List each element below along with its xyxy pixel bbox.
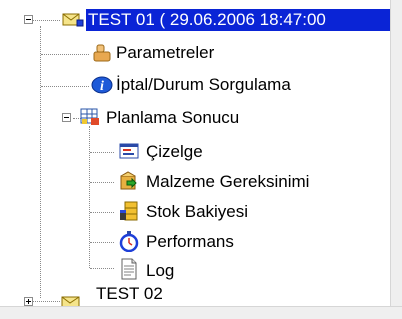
tree-view[interactable]: TEST 01 ( 29.06.2006 18:47:00 Parametrel… — [0, 0, 390, 306]
tree-node-label[interactable]: Parametreler — [114, 42, 216, 64]
tree-node-label[interactable]: Çizelge — [144, 141, 205, 163]
tree-node-label[interactable]: Performans — [144, 231, 236, 253]
svg-text:i: i — [100, 79, 104, 94]
tree-connector — [90, 242, 114, 243]
stock-stack-icon — [118, 200, 140, 222]
envelope-icon — [60, 291, 82, 306]
tree-connector — [90, 212, 114, 213]
collapse-toggle[interactable] — [62, 113, 71, 122]
collapse-toggle[interactable] — [24, 15, 33, 24]
stopwatch-icon — [118, 230, 140, 252]
tree-node-label[interactable]: Planlama Sonucu — [104, 107, 241, 129]
window-frame-right — [390, 0, 402, 318]
window-frame-bottom — [0, 306, 402, 319]
tree-node-label[interactable]: Stok Bakiyesi — [144, 201, 250, 223]
info-icon: i — [91, 74, 113, 96]
tree-connector — [41, 54, 89, 55]
tree-connector — [41, 86, 89, 87]
tree-node-label[interactable]: TEST 01 ( 29.06.2006 18:47:00 — [86, 9, 390, 31]
tree-node-label[interactable]: İptal/Durum Sorgulama — [114, 74, 293, 96]
planning-grid-icon — [79, 106, 101, 128]
tree-node-label[interactable]: Log — [144, 260, 176, 282]
tree-connector — [90, 268, 114, 269]
tree-connector — [40, 26, 41, 298]
log-document-icon — [118, 258, 140, 280]
tree-node-label[interactable]: Malzeme Gereksinimi — [144, 171, 311, 193]
tree-connector — [90, 152, 114, 153]
tree-connector — [89, 126, 90, 268]
expand-toggle[interactable] — [24, 297, 33, 306]
tree-node-label[interactable]: TEST 02 — [94, 283, 165, 305]
schedule-window-icon — [118, 140, 140, 162]
envelope-flag-icon — [62, 8, 84, 30]
material-box-icon — [118, 170, 140, 192]
hand-icon — [91, 42, 113, 64]
tree-connector — [90, 182, 114, 183]
